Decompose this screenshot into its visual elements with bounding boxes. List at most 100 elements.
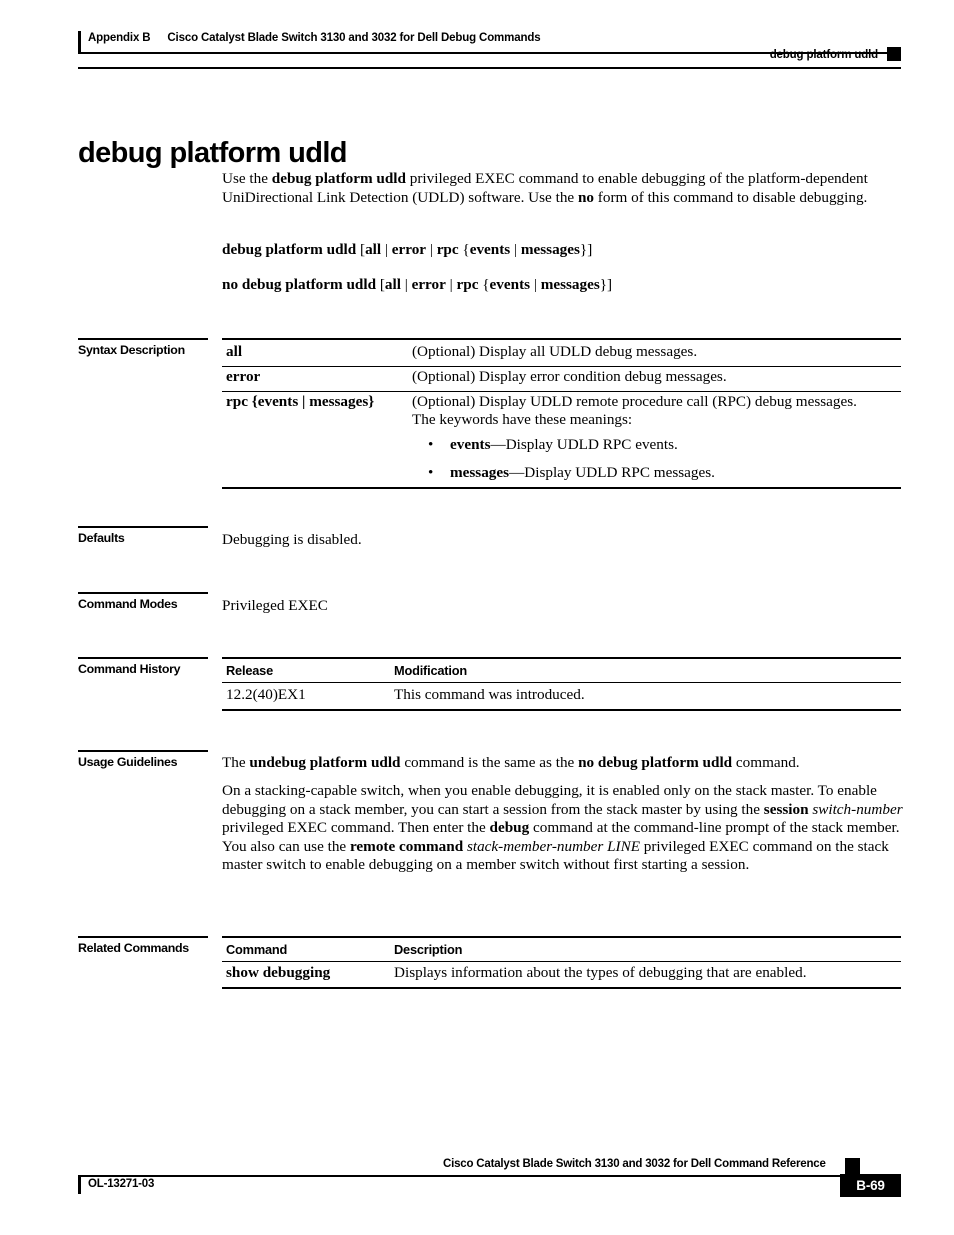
defaults-label-rule: [78, 526, 208, 528]
bullet-messages-text: —Display UDLD RPC messages.: [509, 463, 715, 481]
command-history-label-rule: [78, 657, 208, 659]
usage-debug-keyword: debug: [489, 819, 530, 837]
footer-doc-id: OL-13271-03: [88, 1178, 155, 1190]
syntax2-bar-2: |: [445, 276, 457, 293]
related-commands-rule-mid: [222, 961, 901, 963]
header-left-tick: [78, 31, 81, 53]
header-appendix-label: Appendix B: [88, 32, 151, 44]
command-history-rule-top: [222, 657, 901, 659]
syntax-table-rule-bottom: [222, 487, 901, 489]
intro-text-a: Use the: [222, 170, 272, 187]
intro-command-bold: debug platform udld: [271, 170, 406, 187]
bullet-messages-keyword: messages: [450, 463, 510, 481]
syntax1-open-brace: {: [458, 241, 470, 258]
header-book-title: Cisco Catalyst Blade Switch 3130 and 303…: [167, 32, 541, 44]
syntax1-messages: messages: [520, 241, 580, 258]
footer-rule: [78, 1175, 860, 1177]
usage-paragraph-1: The undebug platform udld command is the…: [222, 754, 912, 773]
syntax1-open-bracket: [: [356, 241, 366, 258]
syntax1-error: error: [391, 241, 427, 258]
bullet-item-events: • events—Display UDLD RPC events.: [428, 436, 898, 455]
intro-text-e: form of this command to disable debuggin…: [594, 188, 868, 206]
syntax2-command: no debug platform udld: [222, 276, 377, 293]
syntax2-messages: messages: [540, 276, 600, 293]
usage-undebug-command: undebug platform udld: [249, 754, 401, 771]
command-history-row-modification: This command was introduced.: [394, 686, 585, 703]
syntax2-bar-1: |: [400, 276, 412, 293]
syntax2-bar-3: |: [530, 276, 541, 293]
syntax-row-error-term: error: [226, 368, 261, 385]
section-label-defaults: Defaults: [78, 531, 125, 545]
section-label-related-commands: Related Commands: [78, 941, 189, 955]
document-page: Appendix B Cisco Catalyst Blade Switch 31…: [0, 0, 954, 1235]
bullet-item-messages: • messages—Display UDLD RPC messages.: [428, 464, 898, 483]
syntax2-events: events: [489, 276, 531, 293]
syntax2-open-bracket: [: [376, 276, 385, 293]
header-rule-bottom: [78, 67, 901, 69]
intro-no-keyword: no: [577, 188, 594, 206]
usage-switch-number-var: switch-number: [812, 800, 903, 818]
header-marker-square: [887, 47, 901, 61]
syntax1-command: debug platform udld: [222, 241, 357, 258]
usage-p1-text-c: command is the same as the: [400, 754, 579, 771]
usage-p1-text-e: command.: [732, 754, 800, 771]
syntax-row-error-desc: (Optional) Display error condition debug…: [412, 368, 727, 385]
footer-left-tick: [78, 1175, 81, 1194]
header-running-head: debug platform udld: [769, 49, 878, 61]
rpc-term-close-brace: }: [368, 393, 375, 410]
section-label-command-modes: Command Modes: [78, 597, 178, 611]
page-title: debug platform udld: [78, 137, 348, 170]
syntax-row-all-desc: (Optional) Display all UDLD debug messag…: [412, 343, 698, 360]
syntax-table-rule-top: [222, 338, 901, 340]
syntax1-bar-2: |: [426, 241, 437, 258]
bullet-dot-icon: •: [428, 463, 434, 481]
usage-stack-member-number-var: stack-member-number LINE: [466, 837, 640, 855]
defaults-text: Debugging is disabled.: [222, 531, 362, 548]
section-label-usage-guidelines: Usage Guidelines: [78, 755, 178, 769]
footer-marker-square: [845, 1158, 860, 1174]
bullet-events-text: —Display UDLD RPC events.: [490, 436, 678, 453]
usage-remote-command-keyword: remote command: [349, 837, 464, 855]
syntax2-open-brace: {: [478, 276, 490, 293]
syntax1-all: all: [365, 241, 382, 258]
syntax1-rpc: rpc: [436, 241, 459, 258]
syntax1-close-bracket: ]: [587, 241, 593, 258]
usage-session-keyword: session: [763, 800, 809, 818]
section-label-syntax-description: Syntax Description: [78, 343, 185, 357]
syntax2-all: all: [384, 276, 401, 293]
syntax-row-rpc-desc-line2: The keywords have these meanings:: [412, 411, 633, 428]
syntax-row-rpc-term: rpc {events | messages}: [226, 393, 374, 412]
usage-no-debug-command: no debug platform udld: [578, 754, 733, 771]
usage-paragraph-2: On a stacking-capable switch, when you e…: [222, 782, 912, 875]
rpc-term-messages: messages: [309, 393, 369, 410]
syntax1-bar-3: |: [510, 241, 521, 258]
related-commands-header-description: Description: [394, 942, 463, 957]
rpc-term-events: events: [257, 393, 299, 410]
usage-p1-text-a: The: [222, 754, 250, 771]
command-history-header-modification: Modification: [394, 663, 467, 678]
bullet-dot-icon: •: [428, 436, 434, 453]
syntax1-events: events: [469, 241, 511, 258]
header-breadcrumb: Appendix B Cisco Catalyst Blade Switch 31…: [88, 32, 541, 44]
related-commands-header-command: Command: [226, 942, 288, 957]
usage-guidelines-label-rule: [78, 750, 208, 752]
rpc-term-open-brace: {: [247, 393, 258, 410]
command-history-rule-bottom: [222, 709, 901, 711]
related-commands-label-rule: [78, 936, 208, 938]
syntax2-error: error: [411, 276, 446, 293]
command-modes-label-rule: [78, 592, 208, 594]
syntax2-close-brace: }: [599, 276, 608, 293]
footer-book-title: Cisco Catalyst Blade Switch 3130 and 303…: [443, 1158, 826, 1170]
syntax2-close-bracket: ]: [607, 276, 613, 293]
rpc-term-bar: |: [298, 393, 310, 410]
syntax2-rpc: rpc: [456, 276, 479, 293]
related-commands-row-description: Displays information about the types of …: [394, 964, 807, 981]
bullet-events-keyword: events: [450, 436, 491, 453]
command-history-rule-mid: [222, 682, 901, 684]
rpc-term-keyword: rpc: [226, 393, 248, 410]
syntax-line-negative: no debug platform udld [all | error | rp…: [222, 276, 902, 295]
related-commands-rule-top: [222, 936, 901, 938]
syntax-line-affirmative: debug platform udld [all | error | rpc {…: [222, 241, 902, 260]
related-commands-row-command[interactable]: show debugging: [226, 964, 330, 983]
usage-p2-text-e: privileged EXEC command. Then enter the: [222, 819, 490, 837]
